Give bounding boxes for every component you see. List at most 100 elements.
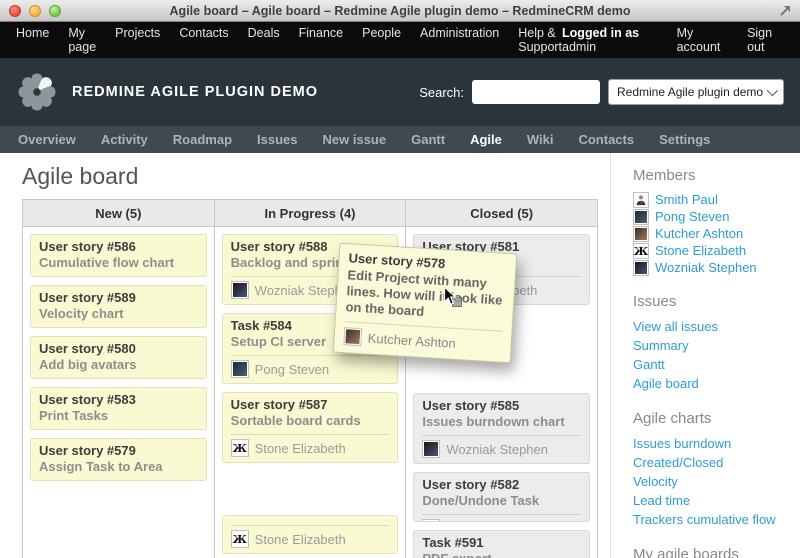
card-assignee: Wozniak Stephen <box>422 435 581 458</box>
tab-gantt[interactable]: Gantt <box>411 132 445 147</box>
member-link-wozniak-stephen[interactable]: Wozniak Stephen <box>655 260 757 276</box>
avatar-stone-elizabeth: Ж <box>633 243 649 259</box>
member-row: Wozniak Stephen <box>633 260 792 276</box>
card-assignee: ЖStone Elizabeth <box>231 434 390 457</box>
search-input[interactable] <box>472 80 600 104</box>
avatar-photo <box>424 521 438 522</box>
page-title: Agile board <box>22 163 598 189</box>
board-card[interactable]: User story #587Sortable board cardsЖSton… <box>222 392 399 463</box>
member-link-smith-paul[interactable]: Smith Paul <box>655 192 718 208</box>
sidebar-link-row: Issues burndown <box>633 435 792 453</box>
member-link-pong-steven[interactable]: Pong Steven <box>655 209 729 225</box>
sidebar-link-view-all-issues[interactable]: View all issues <box>633 319 718 335</box>
board-card[interactable]: ЖStone Elizabeth <box>222 515 399 554</box>
board-card[interactable]: User story #583Print Tasks <box>30 387 207 430</box>
column-header-in-progress: In Progress (4) <box>214 200 406 227</box>
board-column-new: User story #586Cumulative flow chartUser… <box>23 227 214 558</box>
board-card[interactable]: User story #585Issues burndown chartWozn… <box>413 393 590 464</box>
avatar-pong-steven <box>231 360 249 378</box>
sidebar-link-row: Gantt <box>633 356 792 374</box>
sidebar-link-created-closed[interactable]: Created/Closed <box>633 455 723 471</box>
sidebar-link-agile-board[interactable]: Agile board <box>633 376 699 392</box>
member-link-stone-elizabeth[interactable]: Stone Elizabeth <box>655 243 746 259</box>
sidebar-link-gantt[interactable]: Gantt <box>633 357 665 373</box>
zoom-button[interactable] <box>49 5 61 17</box>
sidebar-section-issues: View all issues Summary Gantt Agile board <box>633 318 792 393</box>
board-card[interactable]: User story #579Assign Task to Area <box>30 438 207 481</box>
card-subject: Assign Task to Area <box>39 459 198 475</box>
card-subject: Velocity chart <box>39 306 198 322</box>
card-title: User story #582 <box>422 477 581 493</box>
avatar-photo <box>424 442 438 456</box>
board-card[interactable]: Task #591PDF export <box>413 530 590 558</box>
avatar-kutcher-ashton <box>343 327 362 346</box>
tab-contacts[interactable]: Contacts <box>578 132 634 147</box>
topnav-item-finance[interactable]: Finance <box>299 26 343 54</box>
card-title: Task #591 <box>422 535 581 551</box>
sidebar-link-row: Lead time <box>633 492 792 510</box>
minimize-button[interactable] <box>29 5 41 17</box>
dragged-card[interactable]: User story #578 Edit Project with many l… <box>333 243 517 364</box>
user-link[interactable]: admin <box>562 40 596 54</box>
assignee-name: Pong Steven <box>446 521 520 523</box>
sidebar-link-row: View all issues <box>633 318 792 336</box>
avatar-photo <box>635 228 647 240</box>
fullscreen-icon[interactable] <box>778 4 792 18</box>
topnav-item-home[interactable]: Home <box>16 26 49 54</box>
member-row: Pong Steven <box>633 209 792 225</box>
sidebar-heading-members: Members <box>633 167 792 184</box>
card-assignee: Pong Steven <box>231 355 390 378</box>
member-link-kutcher-ashton[interactable]: Kutcher Ashton <box>655 226 743 242</box>
top-nav-links: Home My page Projects Contacts Deals Finance P… <box>16 26 562 54</box>
avatar-photo <box>345 329 360 344</box>
assignee-name: Wozniak Stephen <box>446 442 548 457</box>
card-title: User story #586 <box>39 239 198 255</box>
search-label: Search: <box>419 85 464 100</box>
tab-wiki[interactable]: Wiki <box>527 132 554 147</box>
sidebar: Members Smith PaulPong StevenKutcher Asht… <box>610 153 800 558</box>
sidebar-heading-issues: Issues <box>633 293 792 310</box>
tab-roadmap[interactable]: Roadmap <box>173 132 232 147</box>
tab-new-issue[interactable]: New issue <box>323 132 387 147</box>
tab-overview[interactable]: Overview <box>18 132 76 147</box>
tab-issues[interactable]: Issues <box>257 132 297 147</box>
board-card[interactable]: User story #586Cumulative flow chart <box>30 234 207 277</box>
card-title: User story #589 <box>39 290 198 306</box>
topnav-item-contacts[interactable]: Contacts <box>179 26 228 54</box>
tab-agile[interactable]: Agile <box>470 132 502 147</box>
tab-activity[interactable]: Activity <box>101 132 148 147</box>
sidebar-link-row: Created/Closed <box>633 454 792 472</box>
assignee-name: Stone Elizabeth <box>255 441 346 456</box>
tab-settings[interactable]: Settings <box>659 132 710 147</box>
sidebar-link-issues-burndown[interactable]: Issues burndown <box>633 436 731 452</box>
topnav-item-my-account[interactable]: My account <box>677 26 728 54</box>
topnav-item-projects[interactable]: Projects <box>115 26 160 54</box>
topnav-item-my-page[interactable]: My page <box>68 26 96 54</box>
sidebar-heading-my-agile-boards: My agile boards <box>633 546 792 558</box>
card-subject: Sortable board cards <box>231 413 390 429</box>
topnav-item-administration[interactable]: Administration <box>420 26 499 54</box>
board-card[interactable]: User story #582Done/Undone TaskPong Stev… <box>413 472 590 522</box>
column-header-closed: Closed (5) <box>405 200 597 227</box>
sidebar-link-row: Velocity <box>633 473 792 491</box>
card-subject: Add big avatars <box>39 357 198 373</box>
project-select[interactable]: Redmine Agile plugin demo <box>608 79 784 105</box>
topnav-item-help-support[interactable]: Help & Support <box>518 26 562 54</box>
topnav-item-sign-out[interactable]: Sign out <box>747 26 784 54</box>
sidebar-link-row: Agile board <box>633 375 792 393</box>
board-card[interactable]: User story #580Add big avatars <box>30 336 207 379</box>
close-button[interactable] <box>9 5 21 17</box>
card-subject: PDF export <box>422 551 581 558</box>
top-nav-right-links: My account Sign out <box>677 26 784 54</box>
sidebar-link-summary[interactable]: Summary <box>633 338 689 354</box>
sidebar-link-lead-time[interactable]: Lead time <box>633 493 690 509</box>
card-subject: Print Tasks <box>39 408 198 424</box>
sidebar-link-velocity[interactable]: Velocity <box>633 474 678 490</box>
card-assignee: Pong Steven <box>422 514 581 522</box>
topnav-item-deals[interactable]: Deals <box>248 26 280 54</box>
topnav-item-people[interactable]: People <box>362 26 401 54</box>
avatar-glyph: Ж <box>233 532 247 546</box>
redmine-logo-icon <box>16 71 58 113</box>
board-card[interactable]: User story #589Velocity chart <box>30 285 207 328</box>
sidebar-link-trackers-cumulative-flow[interactable]: Trackers cumulative flow <box>633 512 776 528</box>
